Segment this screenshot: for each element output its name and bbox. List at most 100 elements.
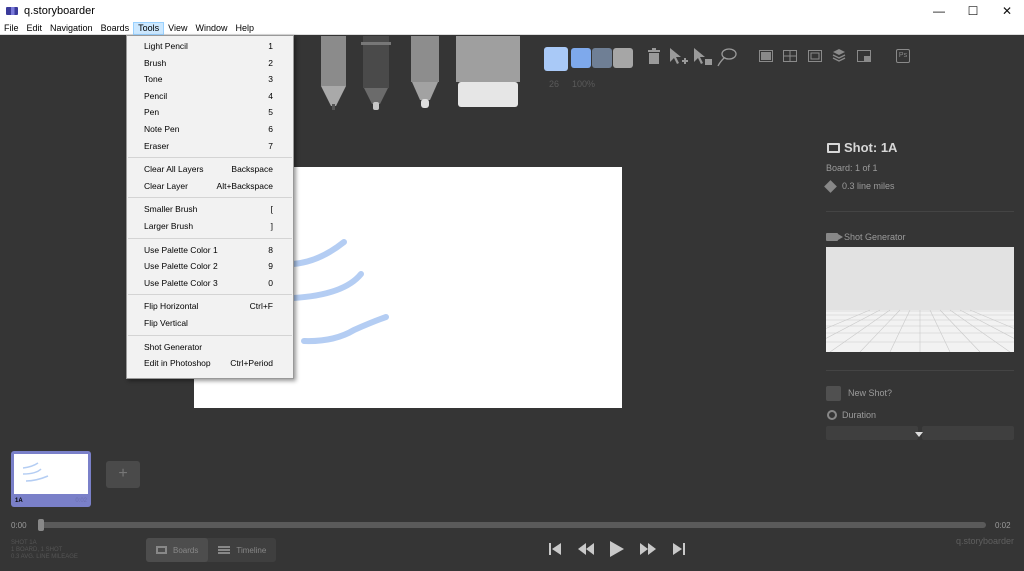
menu-item-label: Use Palette Color 1 xyxy=(144,244,218,255)
last-frame-icon[interactable] xyxy=(672,542,686,556)
pointer-add-icon[interactable] xyxy=(668,47,688,67)
timeline-icon xyxy=(218,546,231,554)
menu-item-tone[interactable]: Tone 3 xyxy=(127,71,293,88)
menu-item-label: Flip Horizontal xyxy=(144,301,199,312)
menu-item-smaller-brush[interactable]: Smaller Brush [ xyxy=(127,201,293,218)
marker-tool-icon[interactable] xyxy=(361,36,391,110)
info-line: SHOT 1A xyxy=(11,540,37,546)
menu-item-shortcut: 2 xyxy=(268,57,273,68)
clock-icon xyxy=(827,410,837,420)
first-frame-icon[interactable] xyxy=(548,542,562,556)
palette-color-2[interactable] xyxy=(571,48,591,68)
shot-generator-preview[interactable] xyxy=(826,247,1014,352)
minimize-button[interactable]: — xyxy=(922,0,956,22)
rewind-icon[interactable] xyxy=(577,542,595,556)
menu-item-label: Shot Generator xyxy=(144,341,203,352)
menu-view[interactable]: View xyxy=(164,22,191,35)
menu-edit[interactable]: Edit xyxy=(23,22,47,35)
menu-item-shortcut: 8 xyxy=(268,244,273,255)
grid-single-icon[interactable] xyxy=(759,50,773,62)
lasso-icon[interactable] xyxy=(716,46,738,68)
menu-boards[interactable]: Boards xyxy=(97,22,134,35)
fast-forward-icon[interactable] xyxy=(639,542,657,556)
palette-color-1[interactable] xyxy=(544,47,568,71)
new-shot-checkbox[interactable] xyxy=(826,386,841,401)
menu-item-shortcut: Alt+Backspace xyxy=(216,180,273,191)
panel-divider xyxy=(826,370,1014,371)
duration-header: Duration xyxy=(827,410,876,420)
menu-item-label: Brush xyxy=(144,57,167,68)
menu-bar: File Edit Navigation Boards Tools View W… xyxy=(0,22,1024,35)
menu-item-label: Edit in Photoshop xyxy=(144,358,211,369)
window-controls: — ☐ ✕ xyxy=(922,0,1024,22)
timeline-start: 0:00 xyxy=(11,521,27,530)
menu-file[interactable]: File xyxy=(0,22,23,35)
brand-label: q.storyboarder xyxy=(956,536,1015,546)
menu-item-palette-color-2[interactable]: Use Palette Color 2 9 xyxy=(127,258,293,275)
menu-item-clear-all-layers[interactable]: Clear All Layers Backspace xyxy=(127,161,293,178)
duration-dropdown-icon[interactable] xyxy=(915,432,923,437)
menu-item-light-pencil[interactable]: Light Pencil 1 xyxy=(127,38,293,55)
menu-item-eraser[interactable]: Eraser 7 xyxy=(127,138,293,155)
info-line: 1 BOARD, 1 SHOT xyxy=(11,547,63,553)
menu-item-pencil[interactable]: Pencil 4 xyxy=(127,88,293,105)
pen-tool-icon[interactable] xyxy=(321,36,346,110)
menu-item-label: Pen xyxy=(144,107,160,118)
menu-item-larger-brush[interactable]: Larger Brush] xyxy=(127,218,293,235)
grid-frame-icon[interactable] xyxy=(808,50,822,62)
layers-icon[interactable] xyxy=(832,48,846,62)
menu-item-label: Eraser xyxy=(144,140,170,151)
menu-item-edit-in-photoshop[interactable]: Edit in Photoshop Ctrl+Period xyxy=(127,355,293,372)
menu-item-label: Clear All Layers xyxy=(144,164,204,175)
close-button[interactable]: ✕ xyxy=(990,0,1024,22)
palette-color-4[interactable] xyxy=(613,48,633,68)
menu-navigation[interactable]: Navigation xyxy=(46,22,97,35)
maximize-button[interactable]: ☐ xyxy=(956,0,990,22)
play-icon[interactable] xyxy=(609,540,625,558)
brush-size: 26 xyxy=(549,79,560,89)
menu-item-clear-layer[interactable]: Clear Layer Alt+Backspace xyxy=(127,178,293,195)
menu-window[interactable]: Window xyxy=(191,22,231,35)
line-miles: 0.3 line miles xyxy=(824,179,895,193)
menu-item-shortcut: ] xyxy=(270,220,273,231)
menu-tools[interactable]: Tools xyxy=(133,22,165,35)
thumbnail-duration: 0:02 xyxy=(75,498,87,504)
window-title: q.storyboarder xyxy=(24,5,95,17)
brush-opacity: 100% xyxy=(572,79,596,89)
thumbnail-image xyxy=(14,454,88,494)
app-icon xyxy=(6,7,18,15)
menu-item-flip-horizontal[interactable]: Flip Horizontal Ctrl+F xyxy=(127,298,293,315)
menu-item-shortcut: 5 xyxy=(268,107,273,118)
grid-quad-icon[interactable] xyxy=(783,50,797,62)
menu-item-palette-color-1[interactable]: Use Palette Color 1 8 xyxy=(127,242,293,259)
palette-color-3[interactable] xyxy=(592,48,612,68)
menu-item-pen[interactable]: Pen 5 xyxy=(127,104,293,121)
timeline-scrubber[interactable] xyxy=(40,522,986,528)
menu-item-label: Use Palette Color 2 xyxy=(144,261,218,272)
menu-item-brush[interactable]: Brush 2 xyxy=(127,55,293,72)
eraser-tool-icon[interactable] xyxy=(456,36,520,107)
board-thumbnail[interactable]: 1A 0:02 xyxy=(11,451,91,507)
tools-menu-dropdown: Light Pencil 1 Brush 2 Tone 3 Pencil 4 Pen 5 … xyxy=(126,35,294,379)
menu-item-label: Flip Vertical xyxy=(144,317,188,328)
trash-icon[interactable] xyxy=(647,48,661,64)
duration-frames-field[interactable] xyxy=(826,426,918,440)
menu-item-note-pen[interactable]: Note Pen 6 xyxy=(127,121,293,138)
menu-help[interactable]: Help xyxy=(231,22,258,35)
timeline-playhead[interactable] xyxy=(38,519,44,531)
board-count: Board: 1 of 1 xyxy=(826,163,878,173)
add-board-button[interactable]: + xyxy=(106,461,140,488)
photoshop-icon[interactable]: Ps xyxy=(896,49,910,63)
menu-item-palette-color-3[interactable]: Use Palette Color 3 0 xyxy=(127,275,293,292)
monitor-icon xyxy=(827,142,840,153)
menu-item-shot-generator[interactable]: Shot Generator xyxy=(127,339,293,356)
menu-item-flip-vertical[interactable]: Flip Vertical xyxy=(127,315,293,332)
pointer-move-icon[interactable] xyxy=(692,47,712,67)
timeline-mode-button[interactable]: Timeline xyxy=(208,538,276,562)
pencil-tool-icon[interactable] xyxy=(411,36,439,108)
duration-ms-field[interactable] xyxy=(922,426,1014,440)
menu-item-shortcut: 6 xyxy=(268,123,273,134)
onion-icon[interactable] xyxy=(857,50,871,62)
boards-mode-button[interactable]: Boards xyxy=(146,538,209,562)
menu-item-shortcut: 9 xyxy=(268,261,273,272)
